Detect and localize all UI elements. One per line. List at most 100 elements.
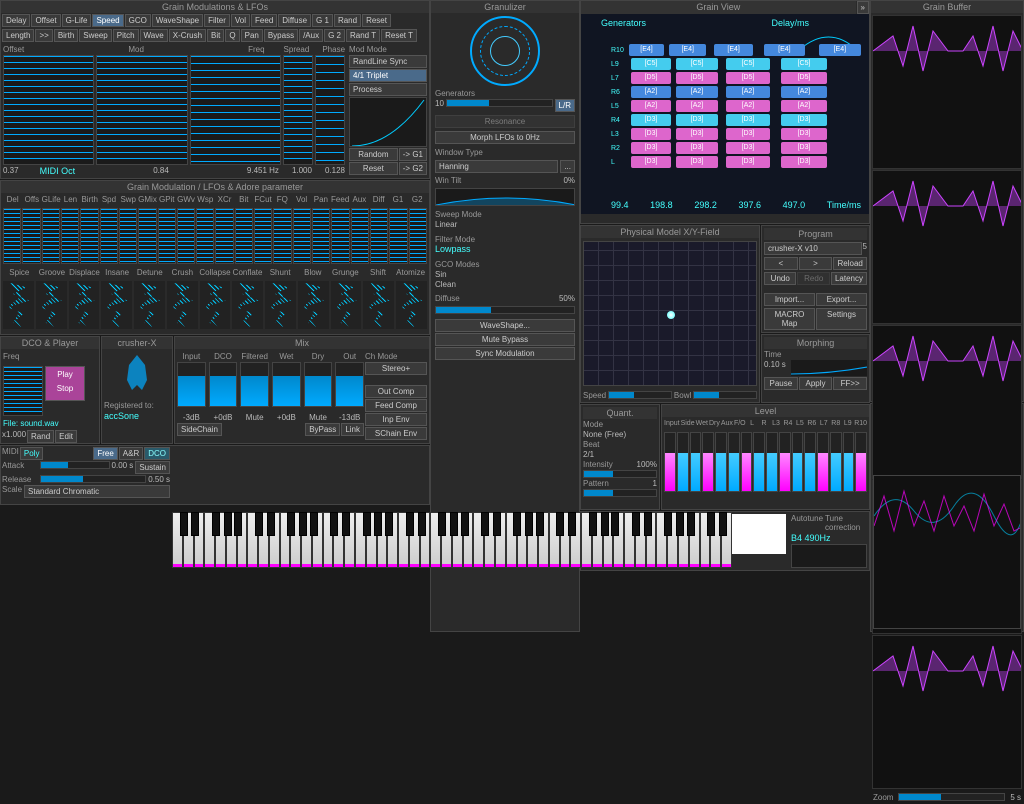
btn-rand[interactable]: Rand (334, 14, 361, 27)
modmode-curve[interactable] (349, 97, 427, 147)
btn-edit[interactable]: Edit (55, 430, 77, 443)
grain-bar[interactable]: [E4] (819, 44, 861, 56)
grain-bar[interactable]: [A2] (726, 86, 770, 98)
val-sweep[interactable]: Linear (435, 220, 457, 229)
piano-key-black[interactable] (687, 512, 695, 536)
btn-ar[interactable]: A&R (119, 447, 143, 460)
btn-lr[interactable]: L/R (555, 99, 575, 112)
grain-bar[interactable]: [E4] (629, 44, 664, 56)
btn-link[interactable]: Link (341, 423, 364, 436)
modmode-process[interactable]: Process (349, 83, 427, 96)
adore-slider[interactable] (331, 208, 349, 264)
piano-key-black[interactable] (191, 512, 199, 536)
btn-reset2[interactable]: Reset (349, 162, 398, 175)
grain-bar[interactable]: [A2] (781, 100, 827, 112)
btn-xcrush[interactable]: X-Crush (169, 29, 206, 42)
wave-buffer[interactable] (872, 325, 1022, 479)
grain-bar[interactable]: [E4] (764, 44, 805, 56)
btn-waveshape[interactable]: WaveShape (152, 14, 203, 27)
grain-bar[interactable]: [D3] (676, 128, 718, 140)
adore-slider[interactable] (389, 208, 407, 264)
slider-gen[interactable] (446, 99, 553, 107)
spread-display[interactable] (283, 55, 313, 165)
grain-bar[interactable]: [D3] (781, 114, 827, 126)
btn-mididco[interactable]: DCO (144, 447, 170, 460)
mix-slider[interactable] (240, 362, 269, 407)
btn-free[interactable]: Free (93, 447, 117, 460)
btn-apply[interactable]: Apply (799, 377, 833, 390)
btn-macro[interactable]: MACRO Map (764, 308, 815, 330)
btn-feedcomp[interactable]: Feed Comp (365, 399, 427, 412)
btn-gco[interactable]: GCO (125, 14, 151, 27)
grain-bar[interactable]: [D5] (676, 72, 718, 84)
adore-slider[interactable] (80, 208, 98, 264)
btn-g1[interactable]: G 1 (312, 14, 333, 27)
morph-curve[interactable] (791, 360, 867, 376)
adore-slider[interactable] (409, 208, 427, 264)
btn-sustain[interactable]: Sustain (135, 461, 170, 474)
grain-bar[interactable]: [D3] (676, 142, 718, 154)
wave-buffer[interactable] (872, 170, 1022, 324)
mix-slider[interactable] (272, 362, 301, 407)
btn-feed[interactable]: Feed (251, 14, 277, 27)
piano-key-black[interactable] (461, 512, 469, 536)
btn-pan[interactable]: Pan (241, 29, 263, 42)
adore-slider[interactable] (351, 208, 369, 264)
btn-pitch[interactable]: Pitch (113, 29, 139, 42)
piano-key-black[interactable] (310, 512, 318, 536)
grain-bar[interactable]: [D3] (726, 142, 770, 154)
adore-slider[interactable] (196, 208, 214, 264)
piano-key-black[interactable] (676, 512, 684, 536)
btn-resett[interactable]: Reset T (381, 29, 417, 42)
btn-rand2[interactable]: Rand (27, 430, 54, 443)
piano-key-black[interactable] (363, 512, 371, 536)
grain-bar[interactable]: [D3] (781, 128, 827, 140)
piano-key-black[interactable] (212, 512, 220, 536)
btn-latency[interactable]: Latency (831, 272, 867, 285)
grain-bar[interactable]: [D3] (676, 114, 718, 126)
grain-bar[interactable]: [A2] (676, 86, 718, 98)
piano-key-black[interactable] (374, 512, 382, 536)
modmode-triplet[interactable]: 4/1 Triplet (349, 69, 427, 82)
piano-key-black[interactable] (267, 512, 275, 536)
grain-bar[interactable]: [D3] (726, 128, 770, 140)
piano-key-black[interactable] (438, 512, 446, 536)
slider-bowl[interactable] (693, 391, 757, 399)
adore-squiggle[interactable] (101, 281, 132, 329)
val-filter[interactable]: Lowpass (435, 244, 471, 254)
adore-slider[interactable] (158, 208, 176, 264)
grain-bar[interactable]: [C5] (726, 58, 770, 70)
btn-bypass[interactable]: Bypass (264, 29, 298, 42)
piano-key-black[interactable] (536, 512, 544, 536)
val-beat[interactable]: 2/1 (583, 450, 657, 459)
piano-key-black[interactable] (180, 512, 188, 536)
piano-key-black[interactable] (601, 512, 609, 536)
btn-tog1[interactable]: -> G1 (399, 148, 427, 161)
btn-filter[interactable]: Filter (204, 14, 230, 27)
grain-bar[interactable]: [A2] (676, 100, 718, 112)
sel-wintype[interactable]: Hanning (435, 160, 558, 173)
adore-squiggle[interactable] (298, 281, 329, 329)
grain-bar[interactable]: [E4] (669, 44, 706, 56)
val-qmode[interactable]: None (Free) (583, 430, 657, 439)
btn-pause[interactable]: Pause (764, 377, 798, 390)
piano-key-black[interactable] (707, 512, 715, 536)
btn-mutebypass[interactable]: Mute Bypass (435, 333, 575, 346)
grain-bar[interactable]: [C5] (676, 58, 718, 70)
adore-slider[interactable] (138, 208, 156, 264)
piano-key-black[interactable] (418, 512, 426, 536)
btn-resonance[interactable]: Resonance (435, 115, 575, 128)
btn-bit[interactable]: Bit (207, 29, 224, 42)
adore-squiggle[interactable] (36, 281, 67, 329)
piano-key-black[interactable] (493, 512, 501, 536)
btn-fwd[interactable]: >> (35, 29, 52, 42)
grain-bar[interactable]: [A2] (726, 100, 770, 112)
btn-glife[interactable]: G-Life (62, 14, 92, 27)
adore-slider[interactable] (177, 208, 195, 264)
grain-bar[interactable]: [D3] (781, 156, 827, 168)
btn-delay[interactable]: Delay (2, 14, 30, 27)
adore-slider[interactable] (370, 208, 388, 264)
adore-squiggle[interactable] (396, 281, 427, 329)
btn-import[interactable]: Import... (764, 293, 815, 306)
adore-squiggle[interactable] (134, 281, 165, 329)
